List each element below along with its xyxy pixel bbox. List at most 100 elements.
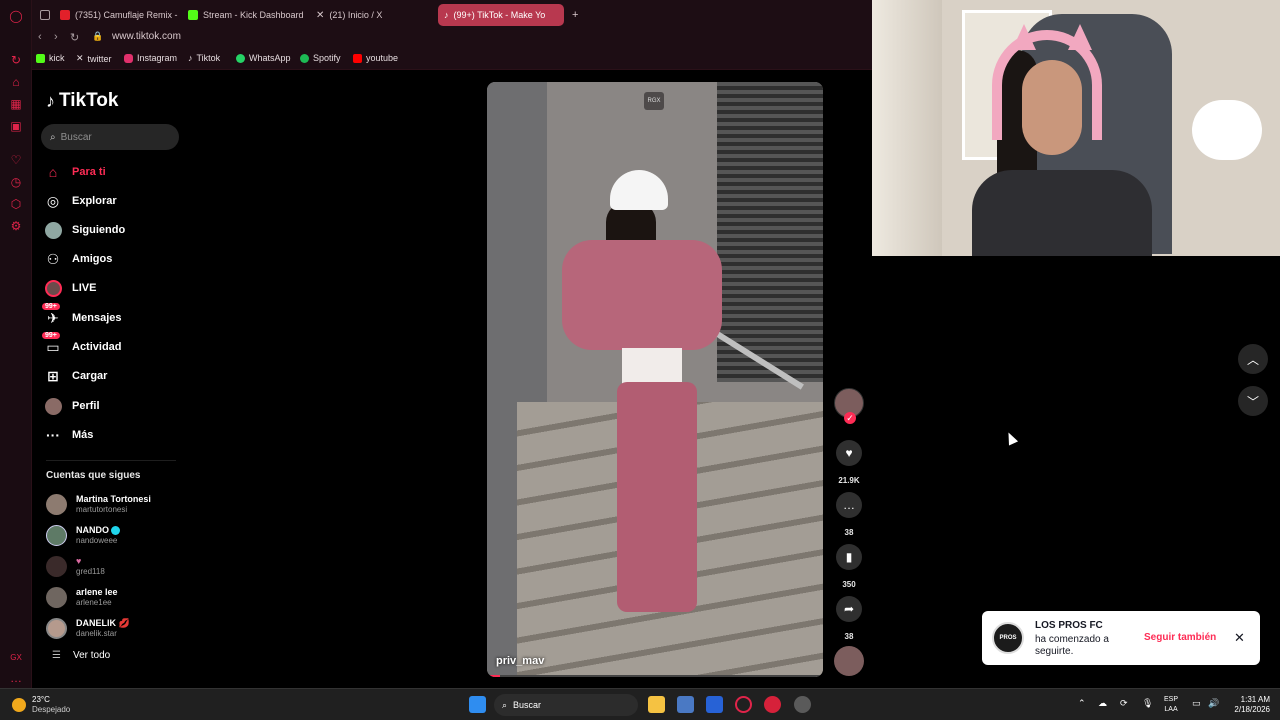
steam-icon[interactable] bbox=[794, 696, 811, 713]
tab-x[interactable]: ✕ (21) Inicio / X bbox=[310, 4, 434, 26]
search-icon: ⌕ bbox=[50, 131, 56, 143]
language-indicator[interactable]: ESP LAA bbox=[1164, 695, 1178, 715]
share-button[interactable]: ➦ bbox=[836, 596, 862, 622]
nav-siguiendo[interactable]: Siguiendo bbox=[44, 220, 125, 240]
following-account[interactable]: NANDO nandoweee bbox=[46, 521, 120, 549]
file-explorer-icon[interactable] bbox=[648, 696, 665, 713]
bookmark-instagram[interactable]: Instagram bbox=[124, 53, 177, 63]
save-button[interactable]: ▮ bbox=[836, 544, 862, 570]
close-icon[interactable]: ✕ bbox=[1234, 630, 1245, 646]
volume-icon[interactable]: 🔊 bbox=[1208, 698, 1219, 709]
clock[interactable]: 1:31 AM 2/18/2026 bbox=[1228, 695, 1270, 715]
compass-icon: ◎ bbox=[46, 192, 60, 209]
follow-notification: PROS LOS PROS FC ha comenzado a seguirte… bbox=[982, 611, 1260, 665]
gx-control-icon[interactable]: ↻ bbox=[8, 52, 24, 68]
more-icon[interactable]: … bbox=[8, 670, 24, 686]
tray-overflow-icon[interactable]: ⌃ bbox=[1078, 698, 1086, 709]
creator-avatar[interactable]: ✓ bbox=[834, 388, 864, 424]
time: 1:31 AM bbox=[1240, 695, 1270, 704]
save-count: 350 bbox=[842, 580, 856, 589]
weather-widget[interactable]: 23°C Despejado bbox=[12, 695, 70, 715]
start-icon[interactable] bbox=[469, 696, 486, 713]
history-icon[interactable]: ◷ bbox=[8, 174, 24, 190]
onedrive-icon[interactable]: ☁ bbox=[1098, 698, 1107, 709]
search-placeholder: Buscar bbox=[513, 700, 542, 710]
avatar bbox=[46, 617, 67, 639]
upload-icon: ⊞ bbox=[47, 367, 59, 384]
bookmark-kick[interactable]: kick bbox=[36, 53, 65, 63]
gx-icon[interactable]: GX bbox=[8, 650, 24, 666]
messenger-icon[interactable]: ▣ bbox=[8, 118, 24, 134]
like-button[interactable]: ♥ bbox=[836, 440, 862, 466]
video-author[interactable]: priv_mav bbox=[496, 655, 544, 667]
gx-corner-icon[interactable]: ⌂ bbox=[8, 74, 24, 90]
previous-video-button[interactable]: ︿ bbox=[1238, 344, 1268, 374]
nav-actividad[interactable]: ▭ 99+ Actividad bbox=[42, 332, 122, 357]
see-all-link[interactable]: ☰ Ver todo bbox=[52, 650, 110, 661]
sound-avatar[interactable] bbox=[834, 646, 864, 676]
tab-tiktok[interactable]: ♪ (99+) TikTok - Make Yo bbox=[438, 4, 564, 26]
search-input[interactable]: ⌕ Buscar bbox=[41, 124, 179, 150]
bookmark-tiktok[interactable]: ♪ Tiktok bbox=[188, 53, 220, 63]
reload-icon[interactable]: ↻ bbox=[70, 31, 79, 44]
following-account[interactable]: ♥ gred118 bbox=[46, 552, 105, 580]
heart-icon[interactable]: ♡ bbox=[8, 152, 24, 168]
bookmark-label: youtube bbox=[366, 53, 399, 63]
bookmark-whatsapp[interactable]: WhatsApp bbox=[236, 53, 291, 63]
comment-button[interactable]: … bbox=[836, 492, 862, 518]
verified-badge-icon bbox=[111, 525, 120, 535]
settings-icon[interactable]: ⚙ bbox=[8, 218, 24, 234]
mic-icon[interactable]: 🎙 bbox=[1142, 698, 1153, 709]
notification-message: ha comenzado a seguirte. bbox=[1035, 634, 1109, 657]
tiktok-page: ♪ TikTok ⌕ Buscar ⌂ Para ti ◎ Explorar S… bbox=[32, 70, 872, 688]
app-icon[interactable] bbox=[764, 696, 781, 713]
url-field[interactable]: www.tiktok.com bbox=[112, 31, 181, 42]
nav-label: Explorar bbox=[72, 195, 117, 207]
new-tab-button[interactable]: + bbox=[566, 4, 584, 26]
video-player[interactable]: RGX priv_mav bbox=[487, 82, 823, 677]
network-icon[interactable]: ▭ bbox=[1192, 698, 1201, 709]
outlook-icon[interactable] bbox=[706, 696, 723, 713]
nav-perfil[interactable]: Perfil bbox=[44, 396, 100, 416]
windows-taskbar: 23°C Despejado ⌕ Buscar ⌃ ☁ ⟳ 🎙 ESP LAA … bbox=[0, 688, 1280, 720]
nav-cargar[interactable]: ⊞ Cargar bbox=[44, 366, 107, 386]
nav-amigos[interactable]: ⚇ Amigos bbox=[44, 249, 113, 269]
opera-gx-icon[interactable] bbox=[735, 696, 752, 713]
forward-icon[interactable]: › bbox=[54, 31, 58, 43]
x-icon: ✕ bbox=[76, 53, 84, 63]
instagram-icon bbox=[124, 53, 133, 63]
tab-kick[interactable]: Stream - Kick Dashboard bbox=[182, 4, 306, 26]
video-subject bbox=[562, 170, 732, 620]
follow-plus-icon[interactable]: ✓ bbox=[844, 412, 856, 424]
back-icon[interactable]: ‹ bbox=[38, 31, 42, 43]
video-progress-bar[interactable] bbox=[487, 675, 823, 677]
account-name: DANELIK 💋 bbox=[76, 617, 130, 628]
avatar: PROS bbox=[992, 622, 1024, 654]
nav-mas[interactable]: ··· Más bbox=[44, 425, 93, 445]
following-account[interactable]: arlene lee arlene1ee bbox=[46, 583, 118, 611]
nav-explorar[interactable]: ◎ Explorar bbox=[44, 191, 117, 211]
sync-icon[interactable]: ⟳ bbox=[1120, 698, 1128, 709]
tiktok-logo[interactable]: ♪ TikTok bbox=[46, 90, 118, 112]
tab-sidebar-toggle[interactable] bbox=[34, 4, 56, 26]
bookmark-youtube[interactable]: youtube bbox=[353, 53, 398, 63]
twitch-icon[interactable]: ▦ bbox=[8, 96, 24, 112]
store-icon[interactable] bbox=[677, 696, 694, 713]
follow-back-button[interactable]: Seguir también bbox=[1144, 632, 1216, 643]
nav-para-ti[interactable]: ⌂ Para ti bbox=[44, 162, 106, 182]
next-video-button[interactable]: ﹀ bbox=[1238, 386, 1268, 416]
kick-icon bbox=[188, 10, 198, 20]
tab-youtube[interactable]: (7351) Camuflaje Remix - bbox=[54, 4, 178, 26]
like-count: 21.9K bbox=[838, 476, 860, 485]
extensions-icon[interactable]: ⬡ bbox=[8, 196, 24, 212]
bookmark-spotify[interactable]: Spotify bbox=[300, 53, 341, 63]
video-watermark: RGX bbox=[644, 92, 664, 110]
nav-live[interactable]: LIVE bbox=[44, 278, 96, 298]
opera-logo-icon[interactable]: ◯ bbox=[8, 8, 24, 24]
nav-mensajes[interactable]: ✈ 99+ Mensajes bbox=[42, 303, 122, 328]
bookmark-label: WhatsApp bbox=[249, 53, 291, 63]
taskbar-search[interactable]: ⌕ Buscar bbox=[494, 694, 638, 716]
following-account[interactable]: Martina Tortonesi martutortonesi bbox=[46, 490, 151, 518]
bookmark-twitter[interactable]: ✕ twitter bbox=[76, 53, 112, 64]
following-account[interactable]: DANELIK 💋 danelik.star bbox=[46, 614, 130, 642]
